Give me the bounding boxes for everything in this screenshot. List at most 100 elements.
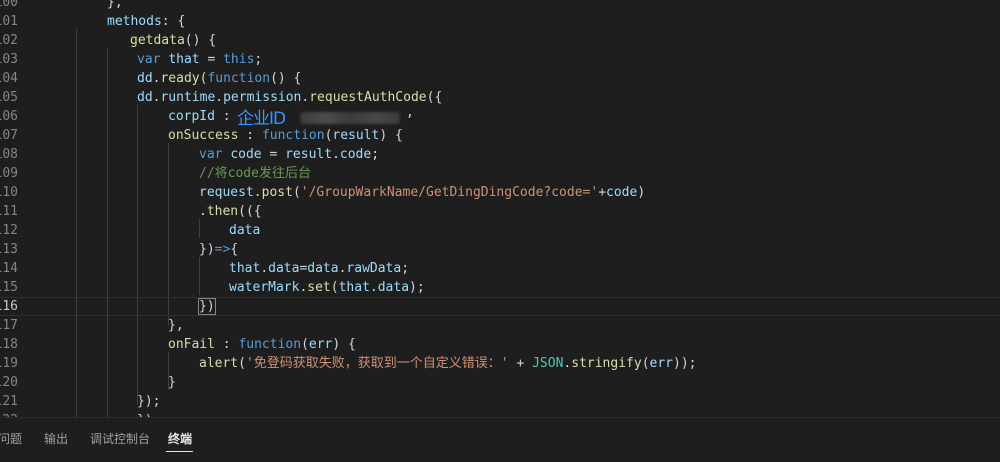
code-text: methods: { [107,12,185,31]
code-line[interactable]: 105 dd.runtime.permission.requestAuthCode… [0,88,1000,107]
tab-debug-console[interactable]: 调试控制台 [90,430,150,447]
code-line[interactable]: 118 onFail : function(err) { [0,335,1000,354]
code-token: ( [301,337,309,352]
corpid-trailing-comma: , [406,105,414,120]
code-line[interactable]: 100}, [0,0,1000,12]
code-token: ; [371,147,380,162]
code-token: ( [292,185,301,200]
code-line[interactable]: 110 request.post('/GroupWarkName/GetDingD… [0,183,1000,202]
code-token: that [229,261,261,276]
code-token: result [332,128,380,143]
code-token: : [214,109,239,124]
code-token: = [199,52,224,67]
code-text: data [229,221,260,240]
code-token: rawData [346,261,402,276]
code-line[interactable]: 108var code = result.code; [0,145,1000,164]
code-token: ( [641,356,650,371]
line-number: 104 [0,71,18,86]
code-token: data [268,261,300,276]
line-number: 105 [0,90,18,105]
code-token: . [369,280,378,295]
code-token: var [199,147,231,162]
code-text: that.data=data.rawData; [229,259,409,278]
line-number: 118 [0,337,18,352]
code-line[interactable]: 119 alert('免登码获取失败，获取到一个自定义错误：' + JSON.st… [0,354,1000,373]
code-token: (({ [238,204,262,219]
code-token: ); [409,280,425,295]
code-token: ) [637,185,646,200]
code-text: onFail : function(err) { [168,335,356,354]
line-number: 101 [0,14,18,29]
code-token: that [168,52,200,67]
line-number: 102 [0,33,18,48]
code-token: + [598,185,607,200]
code-token: code [606,185,638,200]
code-line[interactable]: 109 //将code发往后台 [0,164,1000,183]
code-line[interactable]: 104 dd.ready(function() { [0,69,1000,88]
code-line[interactable]: 121}); [0,392,1000,411]
code-token: function [238,337,302,352]
line-number: 108 [0,147,18,162]
code-editor[interactable]: 100}, 101 methods: { 102 getdata() {103var t… [0,0,1000,417]
redacted-value [300,112,400,124]
line-number: 100 [0,0,18,10]
tab-problems[interactable]: 问题 [0,430,22,447]
code-line[interactable]: 111.then(({ [0,202,1000,221]
code-text: dd.runtime.permission.requestAuthCode({ [137,88,442,107]
line-number: 116 [0,299,18,314]
code-token: : [238,128,262,143]
code-token: permission [223,90,302,105]
code-line[interactable]: 113})=>{ [0,240,1000,259]
code-token: function [261,128,325,143]
code-text: getdata() { [130,31,216,50]
code-line[interactable]: 114 that.data=data.rawData; [0,259,1000,278]
code-text: }, [168,316,184,335]
code-line[interactable]: 103 var that = this; [0,50,1000,69]
code-token: '/GroupWarkName/GetDingDingCode?code=' [300,185,599,200]
code-token: }, [168,318,184,333]
code-token: }) [199,242,215,257]
code-token: ; [254,52,263,67]
tab-output[interactable]: 输出 [44,430,68,447]
code-text: var that = this; [137,50,262,69]
code-text: corpId : [168,107,238,126]
code-line[interactable]: 106 corpId : [0,107,1000,126]
code-text: waterMark.set(that.data); [229,278,425,297]
code-token: data [377,280,410,295]
code-token: then [206,204,239,219]
code-line[interactable]: 115waterMark.set(that.data); [0,278,1000,297]
code-text: onSuccess : function(result) { [168,126,403,145]
code-token: : [214,337,239,352]
line-number: 115 [0,280,18,295]
code-token: ) { [332,337,356,352]
line-number: 114 [0,261,18,276]
code-line[interactable]: 112 data [0,221,1000,240]
code-token: ({ [426,90,443,105]
code-text: })=>{ [199,240,238,259]
code-text: request.post('/GroupWarkName/GetDingDing… [199,183,645,202]
code-token: { [230,242,239,257]
code-text: }); [137,392,160,411]
code-line[interactable]: 107 onSuccess : function(result) { [0,126,1000,145]
code-line[interactable]: 102 getdata() { [0,31,1000,50]
line-number: 119 [0,356,18,371]
code-token: . [215,90,224,105]
code-line[interactable]: 120} [0,373,1000,392]
tab-terminal[interactable]: 终端 [168,430,192,447]
code-token: => [214,242,231,257]
code-token: } [168,375,176,390]
code-token: . [332,147,340,162]
code-token: . [253,185,262,200]
code-token: corpId [168,109,215,124]
line-number: 113 [0,242,18,257]
code-token: function [207,71,271,86]
code-token: var [137,52,169,67]
code-line[interactable]: 101 methods: { [0,12,1000,31]
code-token: this [223,52,255,67]
active-tab-indicator [166,451,193,452]
line-number: 121 [0,394,18,409]
code-line[interactable]: 116}) [0,297,1000,316]
code-token: data [229,223,261,238]
code-line[interactable]: 117}, [0,316,1000,335]
code-token: set [307,280,331,295]
